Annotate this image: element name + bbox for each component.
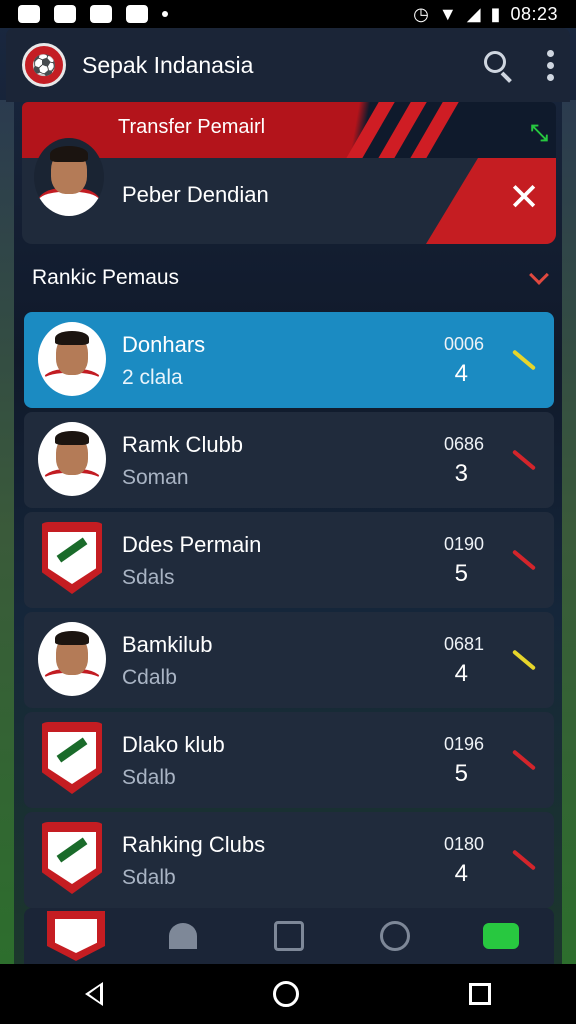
trend-indicator-icon — [511, 649, 537, 671]
file-icon — [54, 5, 76, 23]
row-subtitle: 2 clala — [122, 366, 183, 389]
bottom-navigation — [24, 908, 554, 964]
row-title: Ramk Clubb — [122, 432, 244, 457]
row-rank: 4 — [454, 860, 468, 887]
row-code: 0686 — [443, 434, 484, 454]
row-rank: 3 — [454, 460, 468, 487]
transfer-player-avatar — [34, 138, 104, 216]
nav-players-icon[interactable] — [365, 911, 425, 961]
row-subtitle: Cdalb — [122, 666, 177, 689]
list-item[interactable]: Bamkilub Cdalb 0681 4 — [24, 612, 554, 708]
row-subtitle: Sdalb — [122, 866, 176, 889]
wifi-icon: ▼ — [438, 3, 457, 24]
row-title: Donhars — [122, 332, 206, 357]
row-rank: 4 — [454, 660, 468, 687]
dot-icon — [162, 11, 168, 17]
list-item[interactable]: Donhars 2 clala 0006 4 — [24, 312, 554, 408]
chevron-down-icon[interactable] — [529, 265, 549, 285]
transfer-label: Transfer Pemairl — [118, 116, 266, 138]
notification-icon — [18, 5, 40, 23]
trend-indicator-icon — [511, 849, 537, 871]
row-code: 0681 — [443, 634, 484, 654]
signal-icon: ◢ — [466, 3, 481, 24]
ranking-list: Donhars 2 clala 0006 4 Ramk Clubb Soman 0686 3 D… — [24, 312, 554, 912]
app-screen: ◷ ▼ ◢ ▮ 08:23 ⚽ Sepak Indanasia Transfer… — [0, 0, 576, 1024]
status-bar: ◷ ▼ ◢ ▮ 08:23 — [0, 0, 576, 28]
trend-indicator-icon — [511, 449, 537, 471]
section-title: Rankic Pemaus — [32, 266, 180, 289]
row-subtitle: Soman — [122, 466, 189, 489]
more-options-icon[interactable] — [546, 49, 554, 81]
trend-indicator-icon — [511, 549, 537, 571]
collapse-icon[interactable]: ⤡ — [530, 120, 548, 146]
nav-club-crest-icon[interactable] — [47, 911, 107, 961]
transfer-header: Transfer Pemairl ⤡ — [22, 102, 556, 160]
row-title: Ddes Permain — [122, 532, 262, 557]
list-item[interactable]: Ddes Permain Sdals 0190 5 — [24, 512, 554, 608]
list-item[interactable]: Dlako klub Sdalb 0196 5 — [24, 712, 554, 808]
back-icon[interactable] — [85, 982, 103, 1006]
alarm-icon: ◷ — [413, 3, 429, 24]
app-title: Sepak Indanasia — [82, 51, 254, 78]
trend-indicator-icon — [511, 749, 537, 771]
stadium-background-left — [0, 100, 14, 964]
trend-indicator-icon — [511, 349, 537, 371]
row-subtitle: Sdals — [122, 566, 175, 589]
club-crest-icon — [38, 522, 106, 596]
transfer-banner: Transfer Pemairl ⤡ Peber Dendian ✕ — [22, 102, 556, 244]
player-avatar — [38, 622, 106, 696]
row-title: Bamkilub — [122, 632, 213, 657]
player-avatar — [38, 322, 106, 396]
player-avatar — [38, 422, 106, 496]
battery-icon: ▮ — [490, 3, 501, 24]
chat-icon — [126, 5, 148, 23]
row-code: 0196 — [443, 734, 484, 754]
row-title: Dlako klub — [122, 732, 225, 757]
stadium-background-right — [562, 100, 576, 964]
club-crest-icon — [38, 822, 106, 896]
location-icon — [90, 5, 112, 23]
close-icon[interactable]: ✕ — [506, 179, 542, 217]
home-icon[interactable] — [273, 981, 299, 1007]
nav-document-icon[interactable] — [259, 911, 319, 961]
row-rank: 5 — [454, 560, 468, 587]
nav-bell-icon[interactable] — [153, 911, 213, 961]
list-item[interactable]: Ramk Clubb Soman 0686 3 — [24, 412, 554, 508]
app-logo-icon[interactable]: ⚽ — [22, 43, 66, 87]
row-code: 0006 — [443, 334, 484, 354]
list-item[interactable]: Rahking Clubs Sdalb 0180 4 — [24, 812, 554, 908]
app-bar: ⚽ Sepak Indanasia — [6, 28, 570, 102]
row-rank: 5 — [454, 760, 468, 787]
system-navigation — [0, 964, 576, 1024]
status-time: 08:23 — [510, 3, 558, 24]
row-code: 0190 — [443, 534, 484, 554]
club-crest-icon — [38, 722, 106, 796]
nav-stats-icon[interactable] — [471, 911, 531, 961]
row-subtitle: Sdalb — [122, 766, 176, 789]
recents-icon[interactable] — [469, 983, 491, 1005]
transfer-player-name: Peber Dendian — [122, 182, 269, 207]
row-rank: 4 — [454, 360, 468, 387]
search-icon[interactable] — [480, 47, 516, 83]
row-code: 0180 — [443, 834, 484, 854]
row-title: Rahking Clubs — [122, 832, 266, 857]
